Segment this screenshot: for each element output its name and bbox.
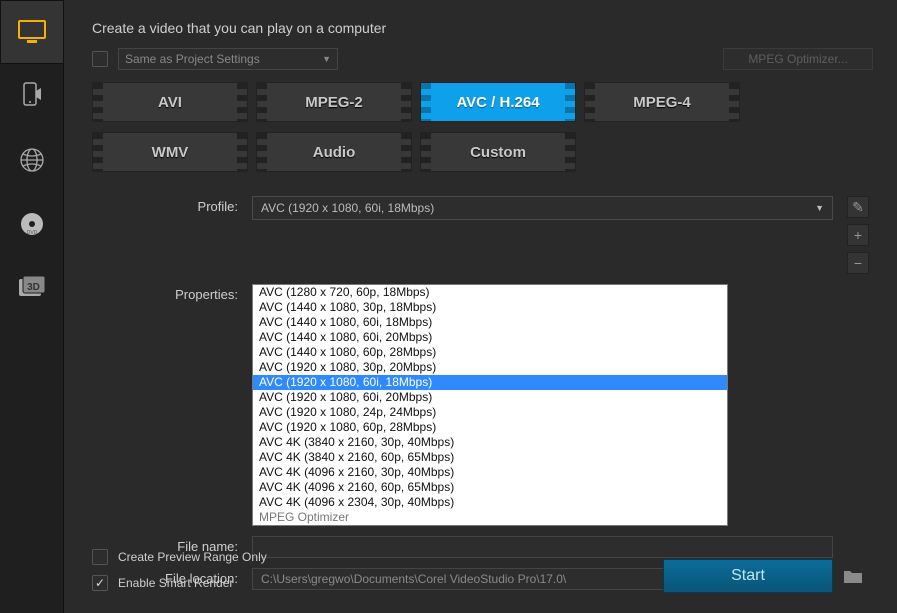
format-button-custom[interactable]: Custom [420,132,576,172]
globe-icon [18,146,46,174]
remove-button[interactable]: − [847,252,869,274]
same-as-project-label: Same as Project Settings [125,52,260,66]
profile-option[interactable]: AVC (1440 x 1080, 60i, 20Mbps) [253,330,727,345]
profile-label: Profile: [112,196,252,214]
svg-text:DVD: DVD [26,230,37,236]
format-grid: AVIMPEG-2AVC / H.264MPEG-4 WMVAudioCustom [92,82,873,172]
smart-render-checkbox[interactable] [92,575,108,591]
format-button-avi[interactable]: AVI [92,82,248,122]
tool-column: ✎ + − [833,196,873,274]
profile-option[interactable]: MPEG Optimizer [253,510,727,525]
same-as-project-combo[interactable]: Same as Project Settings ▼ [118,48,338,70]
profile-option[interactable]: AVC (1440 x 1080, 30p, 18Mbps) [253,300,727,315]
preview-range-checkbox[interactable] [92,549,108,565]
profile-option[interactable]: AVC 4K (4096 x 2160, 30p, 40Mbps) [253,465,727,480]
sidebar-item-mobile[interactable] [0,64,64,128]
profile-option[interactable]: AVC (1920 x 1080, 30p, 20Mbps) [253,360,727,375]
monitor-icon [16,18,48,46]
sidebar-item-web[interactable] [0,128,64,192]
sidebar: DVD 3D [0,0,64,613]
profile-option[interactable]: AVC (1440 x 1080, 60p, 28Mbps) [253,345,727,360]
mpeg-optimizer-button[interactable]: MPEG Optimizer... [723,48,873,70]
main-panel: Create a video that you can play on a co… [64,0,897,613]
profile-option[interactable]: AVC 4K (4096 x 2160, 60p, 65Mbps) [253,480,727,495]
profile-option[interactable]: AVC (1920 x 1080, 60p, 28Mbps) [253,420,727,435]
format-button-avc-h-264[interactable]: AVC / H.264 [420,82,576,122]
profile-dropdown-open[interactable]: AVC (1280 x 720, 60p, 18Mbps)AVC (1440 x… [252,284,728,526]
profile-option[interactable]: AVC (1440 x 1080, 60i, 18Mbps) [253,315,727,330]
add-button[interactable]: + [847,224,869,246]
chevron-down-icon: ▼ [815,203,824,213]
format-button-audio[interactable]: Audio [256,132,412,172]
format-button-wmv[interactable]: WMV [92,132,248,172]
sidebar-item-computer[interactable] [0,0,64,64]
profile-option[interactable]: AVC 4K (3840 x 2160, 30p, 40Mbps) [253,435,727,450]
format-button-mpeg-2[interactable]: MPEG-2 [256,82,412,122]
edit-button[interactable]: ✎ [847,196,869,218]
profile-selected-value: AVC (1920 x 1080, 60i, 18Mbps) [261,201,434,215]
profile-select[interactable]: AVC (1920 x 1080, 60i, 18Mbps) ▼ [252,196,833,220]
profile-option[interactable]: AVC (1280 x 720, 60p, 18Mbps) [253,285,727,300]
mobile-icon [19,81,45,111]
profile-option[interactable]: AVC 4K (3840 x 2160, 60p, 65Mbps) [253,450,727,465]
chevron-down-icon: ▼ [322,54,331,64]
same-as-project-checkbox[interactable] [92,51,108,67]
bottom-bar: Create Preview Range Only Enable Smart R… [92,549,873,601]
start-button[interactable]: Start [663,559,833,593]
form: Profile: AVC (1920 x 1080, 60i, 18Mbps) … [112,196,873,590]
disc-icon: DVD [18,210,46,238]
preview-range-label: Create Preview Range Only [118,550,267,564]
sidebar-item-3d[interactable]: 3D [0,256,64,320]
profile-option[interactable]: AVC 4K (4096 x 2304, 30p, 40Mbps) [253,495,727,510]
profile-option[interactable]: AVC (1920 x 1080, 60i, 20Mbps) [253,390,727,405]
profile-option[interactable]: AVC (1920 x 1080, 24p, 24Mbps) [253,405,727,420]
profile-option[interactable]: AVC (1920 x 1080, 60i, 18Mbps) [253,375,727,390]
3d-badge: 3D [27,282,40,293]
smart-render-label: Enable Smart Render [118,576,233,590]
properties-label: Properties: [112,284,252,302]
sidebar-item-disc[interactable]: DVD [0,192,64,256]
page-title: Create a video that you can play on a co… [92,20,873,36]
top-row: Same as Project Settings ▼ MPEG Optimize… [92,48,873,70]
format-button-mpeg-4[interactable]: MPEG-4 [584,82,740,122]
